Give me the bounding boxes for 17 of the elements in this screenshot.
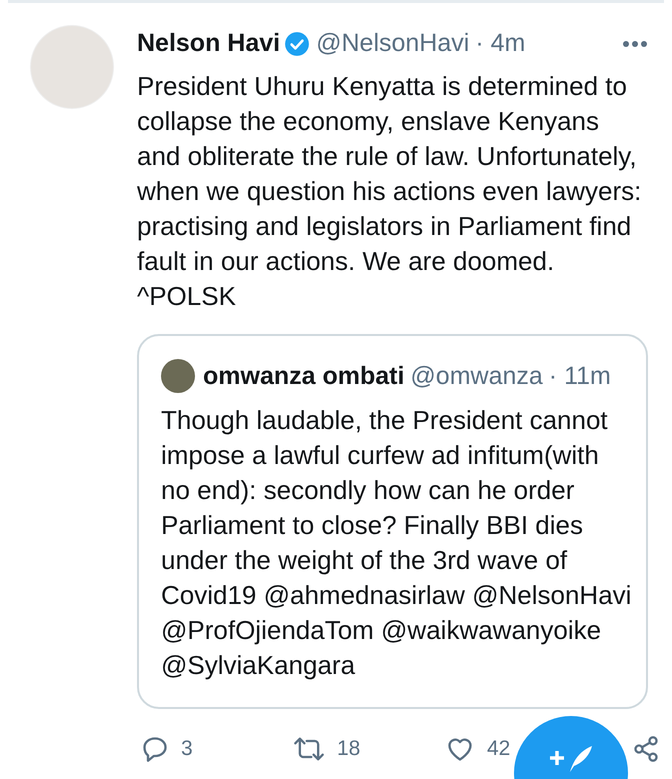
quoted-tweet-time: · 11m xyxy=(548,360,611,392)
quoted-author-name: omwanza ombati xyxy=(203,360,404,392)
action-count: 18 xyxy=(337,736,360,762)
reply-icon[interactable] xyxy=(141,734,169,763)
action-count: 3 xyxy=(181,736,193,762)
quoted-tweet-text: Though laudable, the President cannot impose a lawful curfew ad infitum(with no end): secondly how can he order Parliament to close? Finally BBI dies under the weight of the 3rd wave of Covid19 @ahmednasirlaw @NelsonHavi @ProfOjiendaTom @waikwawanyoike @SylviaKangara xyxy=(161,404,632,682)
author-name[interactable]: Nelson Havi xyxy=(137,25,280,62)
share-icon[interactable] xyxy=(632,734,660,763)
more-options-icon[interactable] xyxy=(622,40,648,48)
quoted-author-handle: @omwanza xyxy=(410,360,543,392)
quoted-tweet-card[interactable] xyxy=(137,334,648,709)
tweet-time: · 4m xyxy=(475,28,526,59)
action-count: 42 xyxy=(487,736,510,762)
avatar-image xyxy=(161,359,195,394)
author-handle[interactable]: @NelsonHavi xyxy=(316,25,470,62)
retweet-icon[interactable] xyxy=(293,734,325,763)
tweet-text: President Uhuru Kenyatta is determined to collapse the economy, enslave Kenyans and obliterate the rule of law. Unfortunately, when we question his actions even lawyers: practising and legislators in Parliament find fault in our actions. We are doomed. ^POLSK xyxy=(137,70,642,312)
